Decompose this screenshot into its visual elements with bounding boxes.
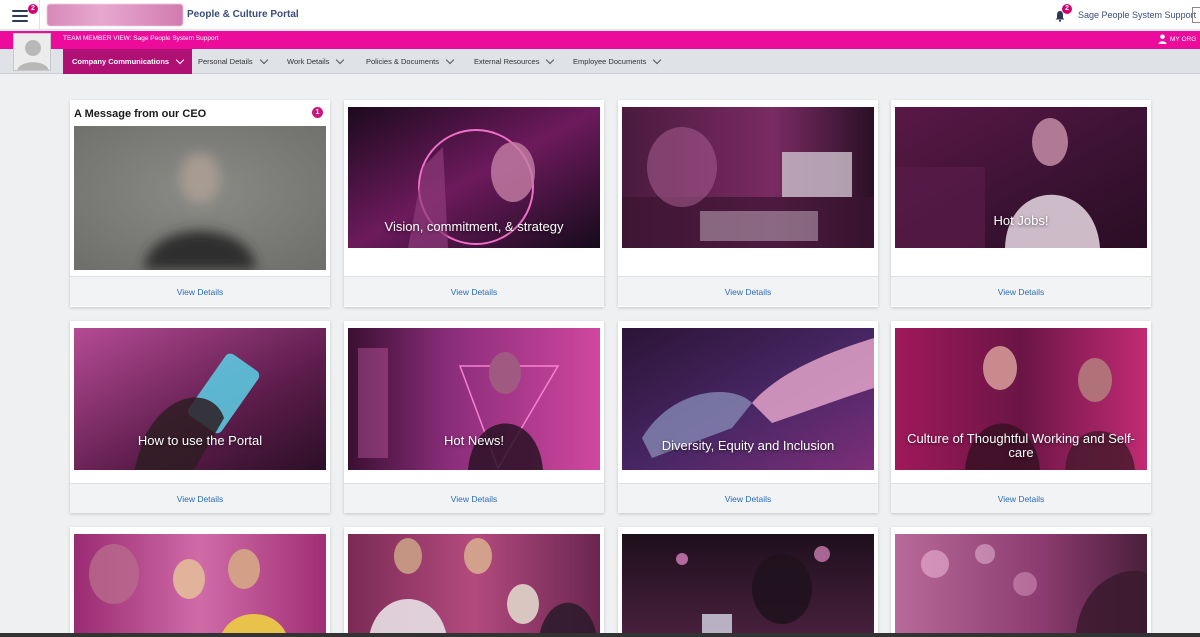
ceo-video-thumbnail[interactable]: [74, 126, 326, 270]
card-hot-news[interactable]: Hot News! View Details: [344, 321, 604, 513]
company-logo[interactable]: [47, 4, 183, 26]
card-caption: Hot Jobs!: [993, 213, 1049, 228]
user-menu[interactable]: Sage People System Support: [1078, 10, 1196, 20]
card-caption: Culture of Thoughtful Working and Self-c…: [907, 431, 1135, 460]
card-image: Vision, commitment, & strategy: [348, 107, 600, 248]
card-image: [348, 534, 600, 637]
view-details-link[interactable]: View Details: [70, 483, 330, 513]
card-diversity-equity-inclusion[interactable]: Diversity, Equity and Inclusion View Det…: [618, 321, 878, 513]
hamburger-icon: [12, 10, 28, 22]
team-member-view-label: TEAM MEMBER VIEW: Sage People System Sup…: [63, 35, 219, 42]
chevron-down-icon: [653, 55, 662, 65]
chevron-down-icon: [546, 55, 555, 65]
card-caption: Hot News!: [444, 433, 504, 448]
nav-tab-external-resources[interactable]: External Resources: [474, 49, 555, 74]
card-team-collaboration[interactable]: [70, 527, 330, 637]
card-image: Hot News!: [348, 328, 600, 470]
nav-tab-work-details[interactable]: Work Details: [287, 49, 345, 74]
card-title: A Message from our CEO: [74, 108, 207, 120]
card-caption: Diversity, Equity and Inclusion: [661, 438, 835, 453]
view-details-link[interactable]: View Details: [891, 276, 1151, 306]
nav-tab-label: Personal Details: [198, 57, 253, 66]
default-avatar-icon: [14, 34, 50, 70]
card-vision-strategy[interactable]: Vision, commitment, & strategy View Deta…: [344, 100, 604, 307]
card-culture-self-care[interactable]: Culture of Thoughtful Working and Self-c…: [891, 321, 1151, 513]
nav-tab-company-communications[interactable]: Company Communications: [63, 49, 193, 74]
team-member-bar: TEAM MEMBER VIEW: Sage People System Sup…: [0, 31, 1200, 49]
nav-tab-employee-documents[interactable]: Employee Documents: [573, 49, 662, 74]
card-image: [74, 534, 326, 637]
card-hot-jobs[interactable]: Hot Jobs! View Details: [891, 100, 1151, 307]
window-bottom-edge: [0, 633, 1200, 637]
nav-tab-label: Company Communications: [72, 57, 170, 66]
my-org-link[interactable]: MY ORG: [1170, 36, 1196, 43]
top-bar: 2 People & Culture Portal 2 Sage People …: [0, 0, 1200, 30]
card-night-city[interactable]: [618, 527, 878, 637]
chevron-down-icon: [336, 55, 345, 65]
nav-tab-label: Work Details: [287, 57, 330, 66]
card-image: Hot Jobs!: [895, 107, 1147, 248]
card-image: [622, 534, 874, 637]
card-celebration[interactable]: [344, 527, 604, 637]
card-bokeh-portrait[interactable]: [891, 527, 1151, 637]
person-icon: [1158, 34, 1167, 44]
view-details-link[interactable]: View Details: [618, 276, 878, 306]
card-image: Culture of Thoughtful Working and Self-c…: [895, 328, 1147, 470]
chevron-down-icon: [175, 55, 185, 65]
card-badge: 1: [312, 107, 323, 118]
portal-title: People & Culture Portal: [187, 9, 299, 20]
card-image: [895, 534, 1147, 637]
nav-tab-personal-details[interactable]: Personal Details: [198, 49, 268, 74]
menu-badge: 2: [28, 4, 38, 14]
card-meeting[interactable]: View Details: [618, 100, 878, 307]
card-ceo-message[interactable]: A Message from our CEO 1 View Details: [70, 100, 330, 307]
chevron-down-icon: [259, 55, 268, 65]
view-details-link[interactable]: View Details: [344, 483, 604, 513]
chevron-down-icon: [445, 55, 455, 65]
nav-tab-label: External Resources: [474, 57, 540, 66]
view-details-link[interactable]: View Details: [344, 276, 604, 306]
card-image: How to use the Portal: [74, 328, 326, 470]
view-details-link[interactable]: View Details: [618, 483, 878, 513]
card-caption: How to use the Portal: [137, 433, 263, 448]
notification-badge: 2: [1062, 4, 1072, 14]
card-how-to-use-portal[interactable]: 1 How to use the Portal View Details: [70, 321, 330, 513]
nav-tab-label: Policies & Documents: [366, 57, 439, 66]
avatar[interactable]: [13, 33, 51, 71]
view-details-link[interactable]: View Details: [70, 276, 330, 306]
view-details-link[interactable]: View Details: [891, 483, 1151, 513]
card-image: Diversity, Equity and Inclusion: [622, 328, 874, 470]
nav-tab-label: Employee Documents: [573, 57, 647, 66]
main-nav: Company Communications Personal Details …: [0, 49, 1200, 74]
notifications-button[interactable]: 2: [1054, 4, 1072, 22]
card-caption: Vision, commitment, & strategy: [384, 219, 564, 234]
user-avatar-edge: [1192, 7, 1200, 23]
nav-tab-policies-documents[interactable]: Policies & Documents: [366, 49, 455, 74]
card-image: [622, 107, 874, 248]
hamburger-menu-button[interactable]: 2: [0, 0, 40, 30]
